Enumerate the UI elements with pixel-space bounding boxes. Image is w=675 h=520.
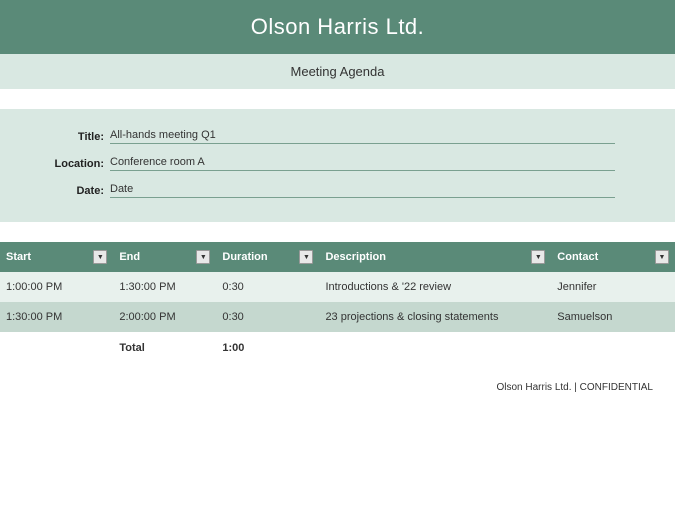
location-label: Location:	[0, 158, 110, 170]
table-row[interactable]: 1:30:00 PM 2:00:00 PM 0:30 23 projection…	[0, 302, 675, 332]
col-header-duration: Duration ▼	[216, 242, 319, 272]
col-label-start: Start	[6, 251, 31, 263]
cell-description: Introductions & '22 review	[319, 272, 551, 302]
meta-row-title: Title: All-hands meeting Q1	[0, 123, 675, 150]
date-value[interactable]: Date	[110, 183, 615, 198]
filter-dropdown-icon[interactable]: ▼	[655, 250, 669, 264]
location-value[interactable]: Conference room A	[110, 156, 615, 171]
cell-description: 23 projections & closing statements	[319, 302, 551, 332]
cell-start: 1:00:00 PM	[0, 272, 113, 302]
col-header-end: End ▼	[113, 242, 216, 272]
page-subtitle: Meeting Agenda	[291, 64, 385, 79]
total-value: 1:00	[216, 332, 319, 364]
title-label: Title:	[0, 131, 110, 143]
company-banner: Olson Harris Ltd.	[0, 0, 675, 54]
date-label: Date:	[0, 185, 110, 197]
total-label: Total	[113, 332, 216, 364]
cell-start: 1:30:00 PM	[0, 302, 113, 332]
footer-text: Olson Harris Ltd. | CONFIDENTIAL	[496, 382, 653, 393]
col-label-contact: Contact	[557, 251, 598, 263]
cell-contact: Jennifer	[551, 272, 675, 302]
table-total-row: Total 1:00	[0, 332, 675, 364]
col-header-description: Description ▼	[319, 242, 551, 272]
meeting-meta-block: Title: All-hands meeting Q1 Location: Co…	[0, 109, 675, 222]
cell-duration: 0:30	[216, 272, 319, 302]
col-header-start: Start ▼	[0, 242, 113, 272]
footer-confidential: Olson Harris Ltd. | CONFIDENTIAL	[0, 382, 675, 393]
agenda-table: Start ▼ End ▼ Duration ▼ Description	[0, 242, 675, 364]
company-name: Olson Harris Ltd.	[251, 14, 425, 39]
filter-dropdown-icon[interactable]: ▼	[299, 250, 313, 264]
table-row[interactable]: 1:00:00 PM 1:30:00 PM 0:30 Introductions…	[0, 272, 675, 302]
subtitle-bar: Meeting Agenda	[0, 54, 675, 89]
col-label-duration: Duration	[222, 251, 267, 263]
meta-row-location: Location: Conference room A	[0, 150, 675, 177]
col-label-end: End	[119, 251, 140, 263]
title-value[interactable]: All-hands meeting Q1	[110, 129, 615, 144]
col-label-description: Description	[325, 251, 386, 263]
cell-duration: 0:30	[216, 302, 319, 332]
filter-dropdown-icon[interactable]: ▼	[196, 250, 210, 264]
meta-row-date: Date: Date	[0, 177, 675, 204]
col-header-contact: Contact ▼	[551, 242, 675, 272]
table-header-row: Start ▼ End ▼ Duration ▼ Description	[0, 242, 675, 272]
cell-contact: Samuelson	[551, 302, 675, 332]
filter-dropdown-icon[interactable]: ▼	[531, 250, 545, 264]
cell-end: 1:30:00 PM	[113, 272, 216, 302]
filter-dropdown-icon[interactable]: ▼	[93, 250, 107, 264]
cell-end: 2:00:00 PM	[113, 302, 216, 332]
